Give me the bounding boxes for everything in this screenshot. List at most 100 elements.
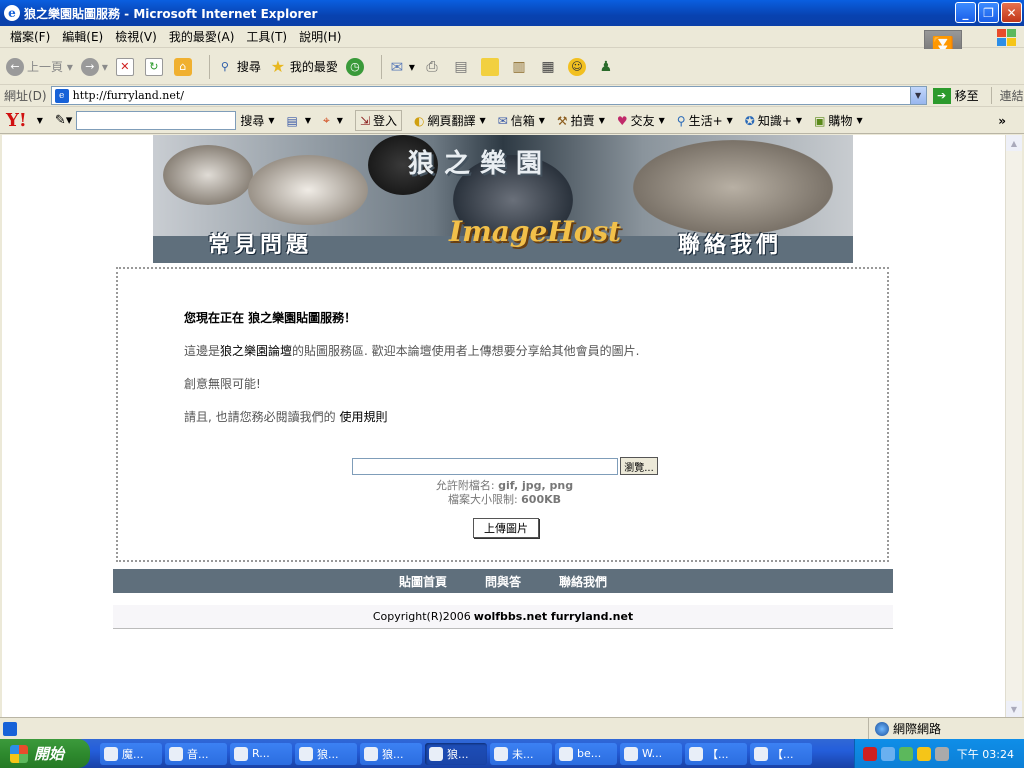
forward-button[interactable]: → ▾ (80, 57, 108, 76)
knowledge-button[interactable]: ✪ 知識+ ▼ (745, 112, 802, 129)
yahoo-search-input[interactable] (76, 111, 237, 130)
addon-button[interactable]: ♟ (597, 58, 618, 76)
search-button[interactable]: ⚲ 搜尋 (216, 58, 261, 76)
taskbar-button[interactable]: R... (230, 742, 292, 765)
messenger-tray-icon[interactable] (898, 746, 913, 761)
upload-button[interactable]: 上傳圖片 (473, 518, 539, 538)
yahoo-menu-caret[interactable]: ▼ (37, 116, 43, 125)
translate-button[interactable]: ◐ 網頁翻譯 ▼ (414, 112, 486, 129)
yahoo-logo-icon[interactable]: Y! (6, 110, 27, 131)
target-icon: ⌖ (323, 113, 330, 127)
footer-link-contact[interactable]: 聯絡我們 (559, 573, 607, 590)
stop-icon: ✕ (115, 57, 134, 76)
target-button[interactable]: ⌖ ▼ (323, 113, 343, 128)
stop-button[interactable]: ✕ (115, 57, 137, 76)
start-button[interactable]: 開始 (0, 739, 90, 768)
tray-app-icon[interactable] (862, 746, 877, 761)
yahoo-login-button[interactable]: ⇲ 登入 (354, 110, 403, 131)
messenger-button[interactable]: ☺ (567, 57, 589, 76)
address-dropdown-button[interactable]: ▼ (909, 87, 926, 104)
taskbar-button[interactable]: 狼... (360, 742, 422, 765)
gavel-icon: ⚒ (556, 113, 568, 128)
rules-text: 請且, 也請您務必閱讀我們的 使用規則 (184, 410, 388, 424)
taskbar-button-active[interactable]: 狼... (425, 742, 487, 765)
media-button[interactable]: ▦ (539, 58, 560, 76)
print-button[interactable]: ⎙ (423, 58, 444, 76)
shopping-button[interactable]: ▣ 購物 ▼ (814, 112, 863, 129)
menu-help[interactable]: 說明(H) (293, 28, 347, 45)
app-icon (169, 746, 183, 761)
taskbar-button[interactable]: be... (555, 742, 617, 765)
howling-wolves-image (633, 140, 833, 235)
taskbar: 開始 魔... 音... R... 狼... 狼... 狼... 未... be… (0, 739, 1024, 768)
smiley-icon: ☺ (567, 57, 586, 76)
app-icon (624, 746, 638, 761)
taskbar-button[interactable]: W... (620, 742, 682, 765)
refresh-icon: ↻ (144, 57, 163, 76)
volume-icon[interactable] (934, 746, 949, 761)
favorites-button[interactable]: ★ 我的最愛 (269, 57, 338, 76)
close-button[interactable]: ✕ (1001, 2, 1022, 23)
footer-nav: 貼圖首頁 問與答 聯絡我們 (113, 569, 893, 593)
edit-button[interactable]: ▤ (452, 58, 473, 76)
back-button[interactable]: ← 上一頁 ▾ (6, 57, 73, 76)
forum-name-link[interactable]: 狼之樂園論壇 (220, 344, 292, 358)
banner-faq-link[interactable]: 常見問題 (208, 227, 312, 259)
life-button[interactable]: ⚲ 生活+ ▼ (677, 112, 733, 129)
menu-tools[interactable]: 工具(T) (240, 28, 293, 45)
refresh-button[interactable]: ↻ (144, 57, 166, 76)
minimize-button[interactable]: _ (955, 2, 976, 23)
auction-button[interactable]: ⚒ 拍賣 ▼ (557, 112, 605, 129)
address-input[interactable]: e http://furryland.net/ ▼ (50, 86, 927, 105)
links-button[interactable]: 連結 (990, 87, 1024, 104)
taskbar-button[interactable]: 音... (165, 742, 227, 765)
security-icon[interactable] (916, 746, 931, 761)
footer-sites: wolfbbs.net furryland.net (473, 610, 634, 623)
menu-edit[interactable]: 編輯(E) (56, 28, 109, 45)
security-zone: 網際網路 (868, 718, 941, 739)
taskbar-button[interactable]: 狼... (295, 742, 357, 765)
banner-contact-link[interactable]: 聯絡我們 (678, 227, 782, 259)
taskbar-button[interactable]: 【... (685, 742, 747, 765)
banner-logo[interactable]: ImageHost (449, 215, 621, 248)
network-icon[interactable] (880, 746, 895, 761)
home-button[interactable]: ⌂ (173, 57, 195, 76)
history-button[interactable]: ◷ (345, 57, 367, 76)
yahoo-search-button[interactable]: 搜尋 ▼ (240, 112, 274, 129)
ie-icon: e (4, 5, 20, 21)
rules-link[interactable]: 使用規則 (339, 410, 387, 424)
messenger-icon (689, 746, 703, 761)
menu-favorites[interactable]: 我的最愛(A) (163, 28, 241, 45)
layout-button[interactable]: ▤ ▼ (287, 114, 312, 128)
friends-button[interactable]: ♥ 交友 ▼ (617, 112, 665, 129)
toolbar-overflow-button[interactable]: » (998, 114, 1006, 128)
upload-panel: 您現在正在 狼之樂園貼圖服務！ 這邊是狼之樂園論壇的貼圖服務區. 歡迎本論壇使用… (116, 267, 889, 562)
menu-file[interactable]: 檔案(F) (4, 28, 56, 45)
browse-button[interactable]: 瀏覽... (620, 457, 658, 475)
scroll-up-button[interactable]: ▲ (1006, 135, 1022, 151)
discuss-button[interactable] (480, 57, 502, 76)
research-button[interactable]: ▥ (510, 58, 531, 76)
scroll-down-button[interactable]: ▼ (1006, 701, 1022, 717)
menu-view[interactable]: 檢視(V) (109, 28, 163, 45)
maximize-button[interactable]: ❐ (978, 2, 999, 23)
taskbar-button[interactable]: 未... (490, 742, 552, 765)
edit-icon: ▤ (454, 58, 468, 75)
footer-link-faq[interactable]: 問與答 (485, 573, 521, 590)
shopping-bag-icon: ▣ (814, 113, 826, 128)
go-button[interactable]: ➔ 移至 (932, 87, 979, 104)
pencil-icon[interactable]: ✎▾ (55, 113, 72, 128)
vertical-scrollbar[interactable]: ▲ ▼ (1005, 135, 1022, 717)
file-path-input[interactable] (352, 458, 618, 475)
task-list: 魔... 音... R... 狼... 狼... 狼... 未... be...… (100, 742, 815, 765)
footer-link-home[interactable]: 貼圖首頁 (399, 573, 447, 590)
taskbar-button[interactable]: 【... (750, 742, 812, 765)
login-icon: ⇲ (359, 113, 370, 128)
taskbar-button[interactable]: 魔... (100, 742, 162, 765)
page-icon: e (54, 88, 69, 103)
mail-button[interactable]: ✉ ▾ (388, 58, 415, 76)
toolbar-divider (380, 54, 382, 79)
research-icon: ▥ (512, 58, 526, 75)
mail-button[interactable]: ✉ 信箱 ▼ (498, 112, 545, 129)
windows-logo-icon (994, 27, 1018, 47)
